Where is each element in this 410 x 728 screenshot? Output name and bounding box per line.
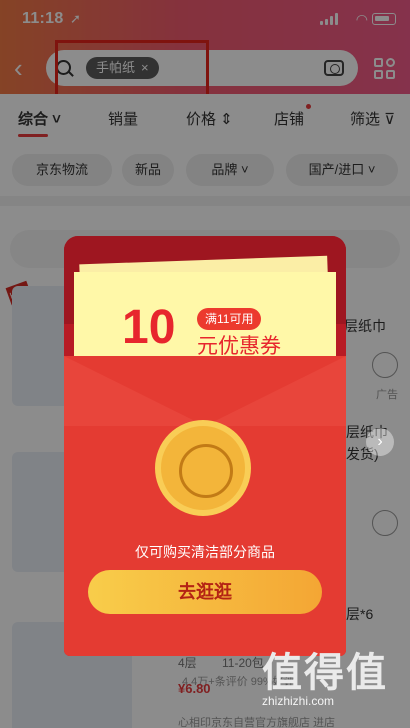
- jd-mascot-coin-icon: [155, 420, 251, 516]
- coupon-threshold-badge: 满11可用: [197, 308, 262, 330]
- chevron-right-icon[interactable]: ›: [366, 428, 394, 456]
- coupon-amount: 10: [122, 301, 176, 354]
- go-shopping-button[interactable]: 去逛逛: [88, 570, 322, 614]
- watermark-logo: 值得值: [262, 651, 388, 695]
- coupon-usage-note: 仅可购买清洁部分商品: [135, 544, 275, 560]
- watermark-url: zhizhizhi.com: [262, 694, 335, 708]
